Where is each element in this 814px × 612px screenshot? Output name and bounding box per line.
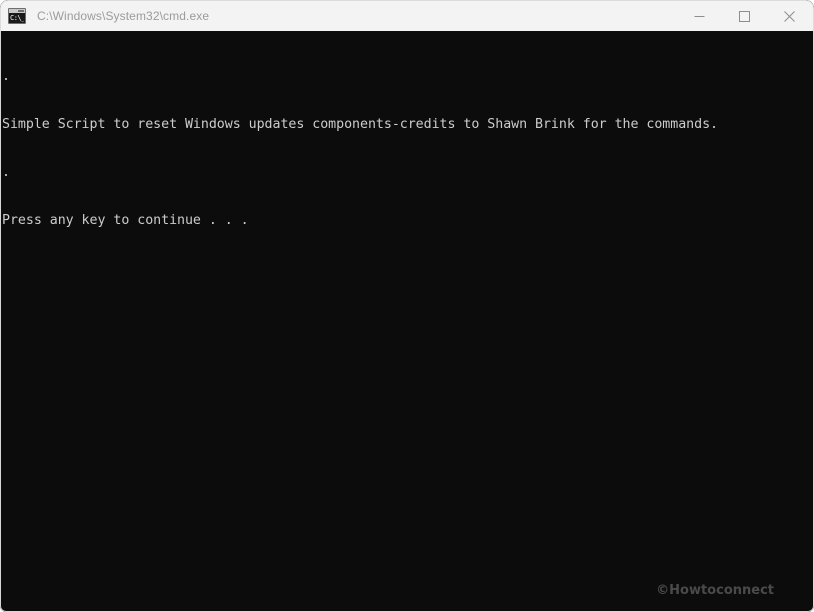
cmd-app-icon[interactable]: C:\_ [8, 8, 26, 24]
window-controls [677, 1, 813, 31]
cmd-icon-prompt-text: C:\_ [10, 14, 24, 22]
minimize-icon [694, 15, 705, 17]
console-line: . [2, 165, 10, 180]
console-line: . [2, 69, 10, 84]
cmd-window: C:\_ C:\Windows\System32\cmd.exe . Simpl… [0, 0, 814, 612]
title-bar-left: C:\_ C:\Windows\System32\cmd.exe [1, 8, 677, 24]
watermark: ©Howtoconnect [656, 583, 774, 598]
title-bar[interactable]: C:\_ C:\Windows\System32\cmd.exe [0, 0, 814, 31]
close-button[interactable] [767, 1, 812, 31]
close-icon [784, 10, 795, 22]
console-line: Simple Script to reset Windows updates c… [2, 117, 718, 132]
maximize-button[interactable] [722, 1, 767, 31]
minimize-button[interactable] [677, 1, 722, 31]
window-title: C:\Windows\System32\cmd.exe [37, 9, 210, 23]
console-output-area[interactable]: . Simple Script to reset Windows updates… [0, 31, 814, 612]
maximize-icon [739, 10, 750, 22]
console-text: . Simple Script to reset Windows updates… [2, 37, 813, 261]
console-line: Press any key to continue . . . [2, 213, 249, 228]
